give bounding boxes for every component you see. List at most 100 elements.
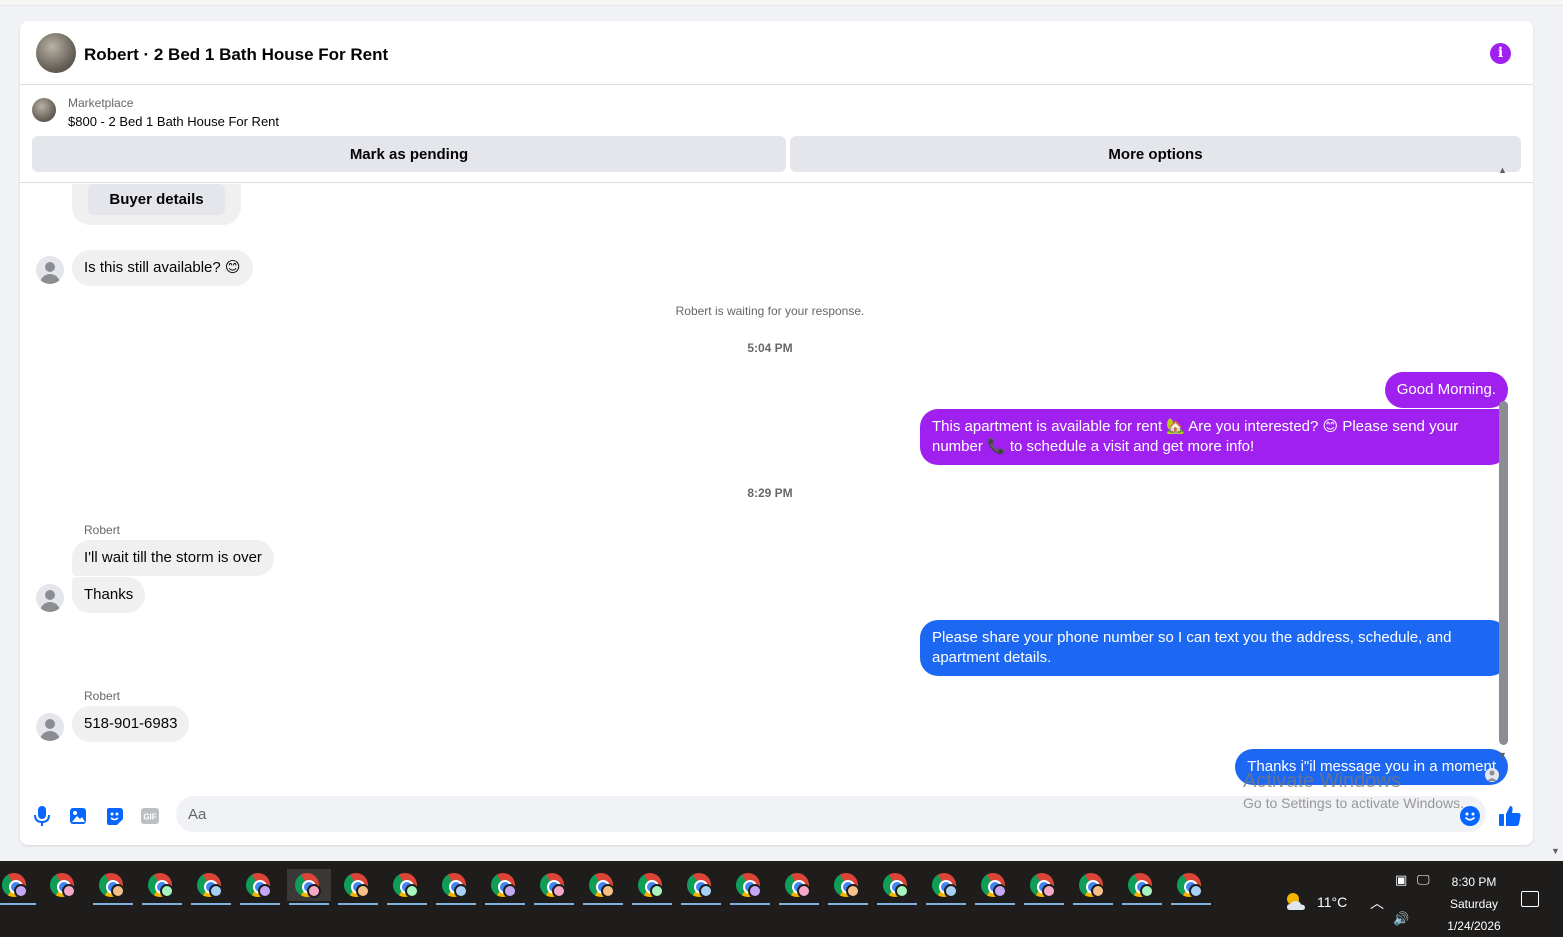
mark-as-pending-button[interactable]: Mark as pending [32,136,786,172]
photo-icon[interactable] [67,805,89,827]
more-options-button[interactable]: More options [790,136,1521,172]
scroll-up-arrow[interactable]: ▲ [1498,165,1507,175]
taskbar-chrome-app[interactable] [0,869,38,905]
outgoing-message[interactable]: Please share your phone number so I can … [920,620,1508,676]
waiting-note: Robert is waiting for your response. [675,304,865,318]
outgoing-message[interactable]: Good Morning. [1384,372,1508,408]
taskbar-chrome-app[interactable] [532,869,576,905]
profile-badge-icon [1189,884,1203,898]
emoji-icon[interactable] [1459,805,1481,827]
profile-badge-icon [748,884,762,898]
taskbar-chrome-app[interactable] [434,869,478,905]
taskbar-chrome-app[interactable] [777,869,821,905]
conversation-header: Robert · 2 Bed 1 Bath House For Rent i [20,21,1533,85]
profile-badge-icon [944,884,958,898]
running-indicator [485,903,525,905]
contact-avatar[interactable] [36,33,76,73]
message-input[interactable] [176,796,1486,832]
message-thread[interactable]: Buyer details Is this still available? 😊… [20,184,1533,792]
taskbar-chrome-app[interactable] [630,869,674,905]
timestamp: 5:04 PM [747,341,793,355]
browser-top-strip [0,0,1563,6]
clock-date: 1/24/2026 [1447,919,1501,933]
running-indicator [1024,903,1064,905]
profile-badge-icon [993,884,1007,898]
taskbar-chrome-app[interactable] [238,869,282,905]
incoming-message[interactable]: 518-901-6983 [72,706,190,742]
scroll-down-arrow[interactable]: ▼ [1498,750,1507,760]
clock-time: 8:30 PM [1451,875,1497,889]
thumbs-up-icon[interactable] [1499,805,1521,827]
profile-badge-icon [258,884,272,898]
running-indicator [828,903,868,905]
profile-badge-icon [111,884,125,898]
show-hidden-icons-chevron[interactable]: ︿ [1370,893,1384,913]
profile-badge-icon [62,884,76,898]
running-indicator [681,903,721,905]
running-indicator [1122,903,1162,905]
incoming-message[interactable]: Thanks [72,577,146,613]
running-indicator [289,903,329,905]
profile-badge-icon [1042,884,1056,898]
weather-widget[interactable]: 11°C [1284,890,1384,914]
sender-name: Robert [84,523,121,537]
profile-badge-icon [1140,884,1154,898]
network-icon[interactable]: 🖵 [1417,872,1430,888]
microphone-icon[interactable] [31,805,53,827]
profile-badge-icon [1091,884,1105,898]
incoming-message[interactable]: I'll wait till the storm is over [72,540,274,576]
thread-scrollbar[interactable] [1499,401,1508,745]
conversation-panel: Robert · 2 Bed 1 Bath House For Rent i M… [20,21,1533,845]
robert-avatar[interactable] [36,713,64,741]
running-indicator [0,903,36,905]
incoming-message[interactable]: Is this still available? 😊 [72,250,253,286]
running-indicator [975,903,1015,905]
running-indicator [583,903,623,905]
taskbar-chrome-app[interactable] [728,869,772,905]
robert-avatar[interactable] [36,584,64,612]
taskbar-clock[interactable]: 8:30 PM Saturday 1/24/2026 [1430,871,1518,937]
running-indicator [926,903,966,905]
taskbar-chrome-app[interactable] [1169,869,1213,905]
clock-day: Saturday [1449,897,1499,911]
robert-avatar[interactable] [36,256,64,284]
outgoing-message[interactable]: Thanks i"il message you in a moment [1235,749,1508,785]
running-indicator [240,903,280,905]
taskbar-chrome-app[interactable] [1071,869,1115,905]
page-scroll-down-arrow[interactable]: ▼ [1551,846,1560,856]
taskbar-chrome-app[interactable] [483,869,527,905]
sticker-icon[interactable] [103,805,125,827]
taskbar-chrome-app[interactable] [189,869,233,905]
running-indicator [338,903,378,905]
info-icon[interactable]: i [1490,43,1511,64]
profile-badge-icon [552,884,566,898]
taskbar-chrome-app[interactable] [140,869,184,905]
taskbar-chrome-app[interactable] [924,869,968,905]
taskbar-chrome-app[interactable] [875,869,919,905]
volume-icon[interactable]: 🔊 [1393,911,1409,927]
profile-badge-icon [503,884,517,898]
conversation-title[interactable]: Robert · 2 Bed 1 Bath House For Rent [84,45,388,65]
running-indicator [632,903,672,905]
taskbar-chrome-app[interactable] [385,869,429,905]
taskbar-chrome-app[interactable] [91,869,135,905]
meet-now-icon[interactable]: ▣ [1395,872,1407,888]
buyer-details-button[interactable]: Buyer details [88,184,225,215]
gif-icon[interactable]: GIF [139,805,161,827]
taskbar-chrome-app[interactable] [679,869,723,905]
profile-badge-icon [14,884,28,898]
listing-thumbnail[interactable] [32,98,56,122]
profile-badge-icon [405,884,419,898]
listing-title[interactable]: $800 - 2 Bed 1 Bath House For Rent [68,114,279,129]
profile-badge-icon [895,884,909,898]
taskbar-chrome-app[interactable] [1120,869,1164,905]
taskbar-chrome-app[interactable] [287,869,331,905]
taskbar-chrome-app[interactable] [336,869,380,905]
taskbar-chrome-app[interactable] [1022,869,1066,905]
outgoing-message[interactable]: This apartment is available for rent 🏡 A… [920,409,1508,465]
taskbar-chrome-app[interactable] [42,869,86,901]
taskbar-chrome-app[interactable] [581,869,625,905]
notification-center-icon[interactable] [1521,891,1539,907]
taskbar-chrome-app[interactable] [973,869,1017,905]
taskbar-chrome-app[interactable] [826,869,870,905]
